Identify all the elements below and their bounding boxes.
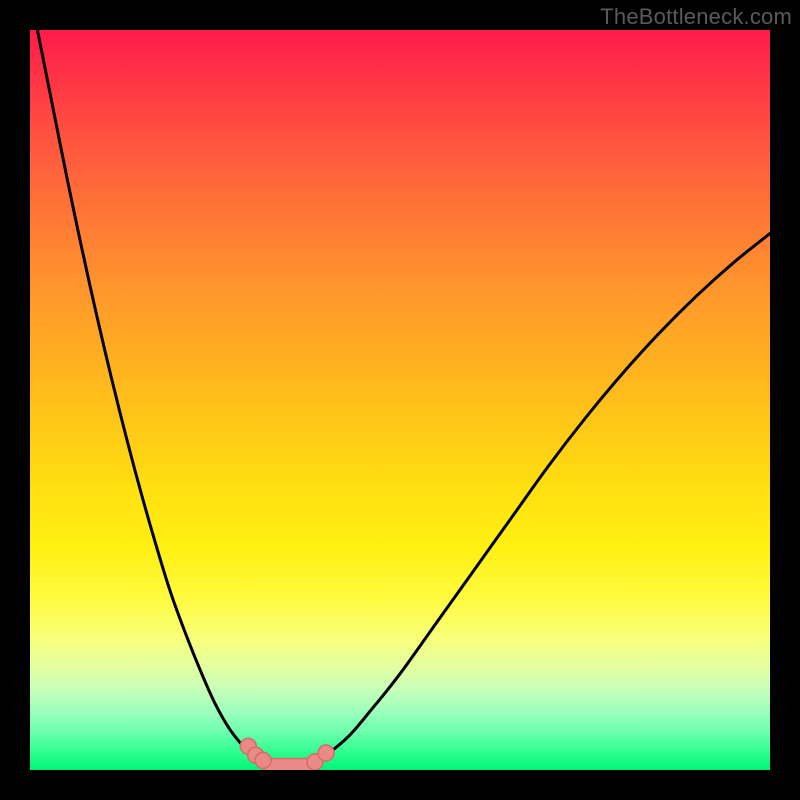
valley-marker-left [255, 752, 271, 768]
plot-area [30, 30, 770, 770]
curve-left-curve [37, 30, 266, 765]
watermark-text: TheBottleneck.com [600, 4, 792, 30]
chart-frame: TheBottleneck.com [0, 0, 800, 800]
curve-layer [30, 30, 770, 770]
curve-right-curve [311, 234, 770, 765]
valley-marker-right [318, 745, 334, 761]
